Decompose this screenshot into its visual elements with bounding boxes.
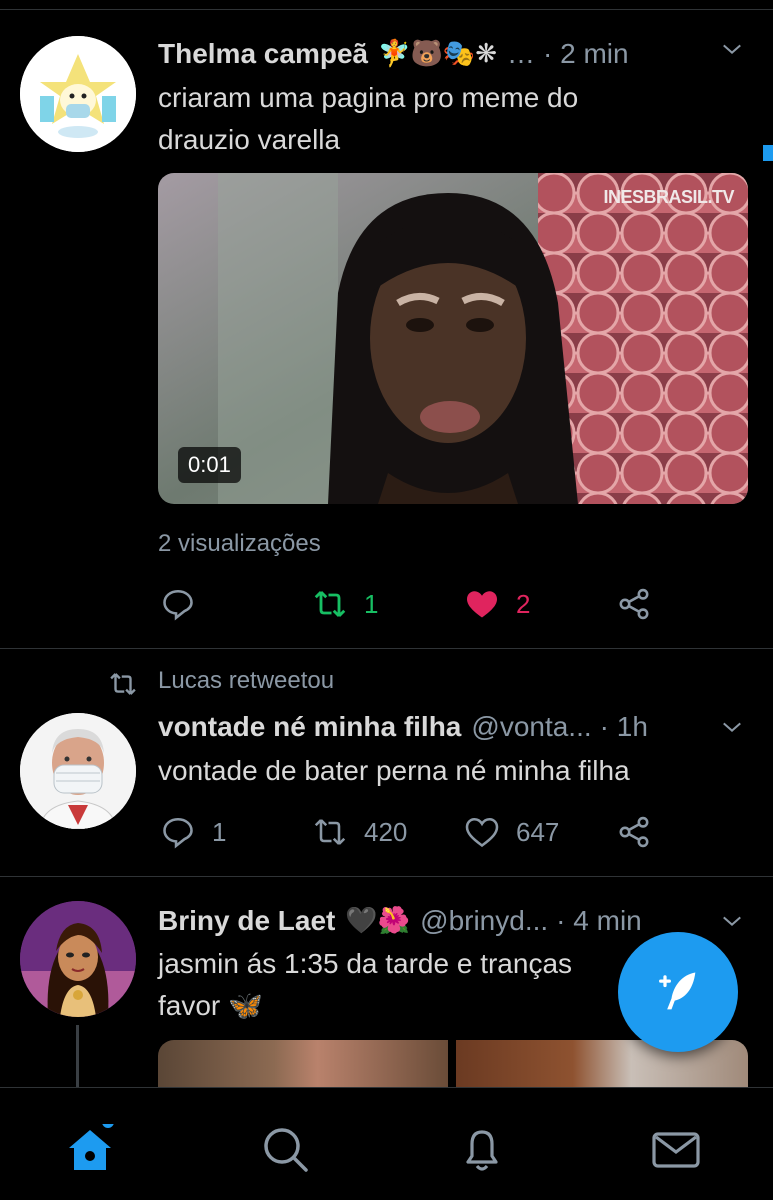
image-thumbnail[interactable] — [456, 1040, 748, 1087]
bottom-navigation — [0, 1087, 773, 1200]
search-icon — [264, 1128, 308, 1172]
like-button[interactable]: 647 — [464, 810, 559, 854]
avatar[interactable] — [20, 901, 136, 1017]
retweet-button[interactable]: 420 — [312, 810, 407, 854]
author-name[interactable]: Thelma campeã — [158, 38, 368, 70]
video-thumbnail — [158, 173, 748, 504]
retweet-icon — [314, 590, 346, 618]
author-name[interactable]: Briny de Laet — [158, 905, 335, 937]
retweet-count: 1 — [364, 588, 379, 619]
avatar[interactable] — [20, 36, 136, 152]
nav-home[interactable] — [64, 1116, 116, 1176]
retweet-button[interactable]: 1 — [312, 582, 378, 626]
chevron-down-icon[interactable] — [721, 910, 743, 932]
retweeted-by-label[interactable]: Lucas retweetou — [158, 667, 334, 695]
reply-icon — [163, 589, 193, 621]
video-watermark: INESBRASIL.TV — [603, 187, 734, 207]
tweet-text: vontade de bater perna né minha filha — [158, 755, 630, 786]
mail-icon — [652, 1132, 700, 1168]
reply-icon — [163, 817, 193, 849]
chevron-down-icon[interactable] — [721, 716, 743, 738]
video-duration: 0:01 — [178, 447, 241, 483]
view-count[interactable]: 2 visualizações — [158, 530, 321, 558]
heart-icon — [467, 591, 497, 618]
timestamp[interactable]: · 4 min — [556, 905, 642, 937]
timestamp[interactable]: · 1h — [600, 711, 648, 743]
reply-button[interactable]: 1 — [160, 810, 226, 854]
tweet-actions: 1 2 — [158, 582, 678, 626]
compose-tweet-icon — [659, 972, 696, 1010]
tweet-text-line: drauzio varella — [158, 124, 341, 155]
retweet-count: 420 — [364, 816, 408, 847]
home-icon — [69, 1116, 114, 1170]
retweet-icon — [314, 819, 346, 845]
handle-ellipsis: … — [507, 38, 536, 69]
avatar[interactable] — [20, 713, 136, 829]
reply-button[interactable] — [160, 582, 196, 626]
retweet-icon — [110, 673, 136, 695]
tweet-actions: 1 420 647 — [158, 810, 678, 854]
like-button[interactable]: 2 — [464, 582, 530, 626]
name-emojis: 🖤🌺 — [345, 906, 411, 936]
tweet-text-line: criaram uma pagina pro meme do — [158, 82, 579, 113]
chevron-down-icon[interactable] — [721, 38, 743, 60]
share-icon — [619, 816, 649, 848]
video-player[interactable]: INESBRASIL.TV 0:01 — [158, 173, 748, 504]
heart-icon — [465, 817, 499, 848]
share-button[interactable] — [616, 582, 652, 626]
share-icon — [619, 588, 649, 620]
bell-icon — [466, 1130, 498, 1171]
compose-tweet-button[interactable] — [618, 932, 738, 1052]
timestamp[interactable]: · 2 min — [543, 38, 629, 70]
like-count: 647 — [516, 816, 560, 847]
like-count: 2 — [516, 588, 531, 619]
author-handle[interactable]: @vonta... — [471, 711, 591, 743]
share-button[interactable] — [616, 810, 652, 854]
author-name[interactable]: vontade né minha filha — [158, 711, 461, 743]
nav-search[interactable] — [260, 1124, 312, 1176]
tweet[interactable]: Thelma campeã 🧚🐻🎭❋ … · 2 min criaram uma… — [0, 0, 773, 648]
reply-count: 1 — [212, 816, 227, 847]
nav-messages[interactable] — [650, 1124, 702, 1176]
nav-notifications[interactable] — [456, 1124, 508, 1176]
tweet[interactable]: Lucas retweetou vontade né minha filha @… — [0, 649, 773, 875]
name-emojis: 🧚🐻🎭❋ — [378, 39, 498, 69]
image-thumbnail[interactable] — [158, 1040, 448, 1087]
thread-line — [76, 1025, 79, 1087]
author-handle[interactable]: @brinyd... — [420, 905, 548, 937]
